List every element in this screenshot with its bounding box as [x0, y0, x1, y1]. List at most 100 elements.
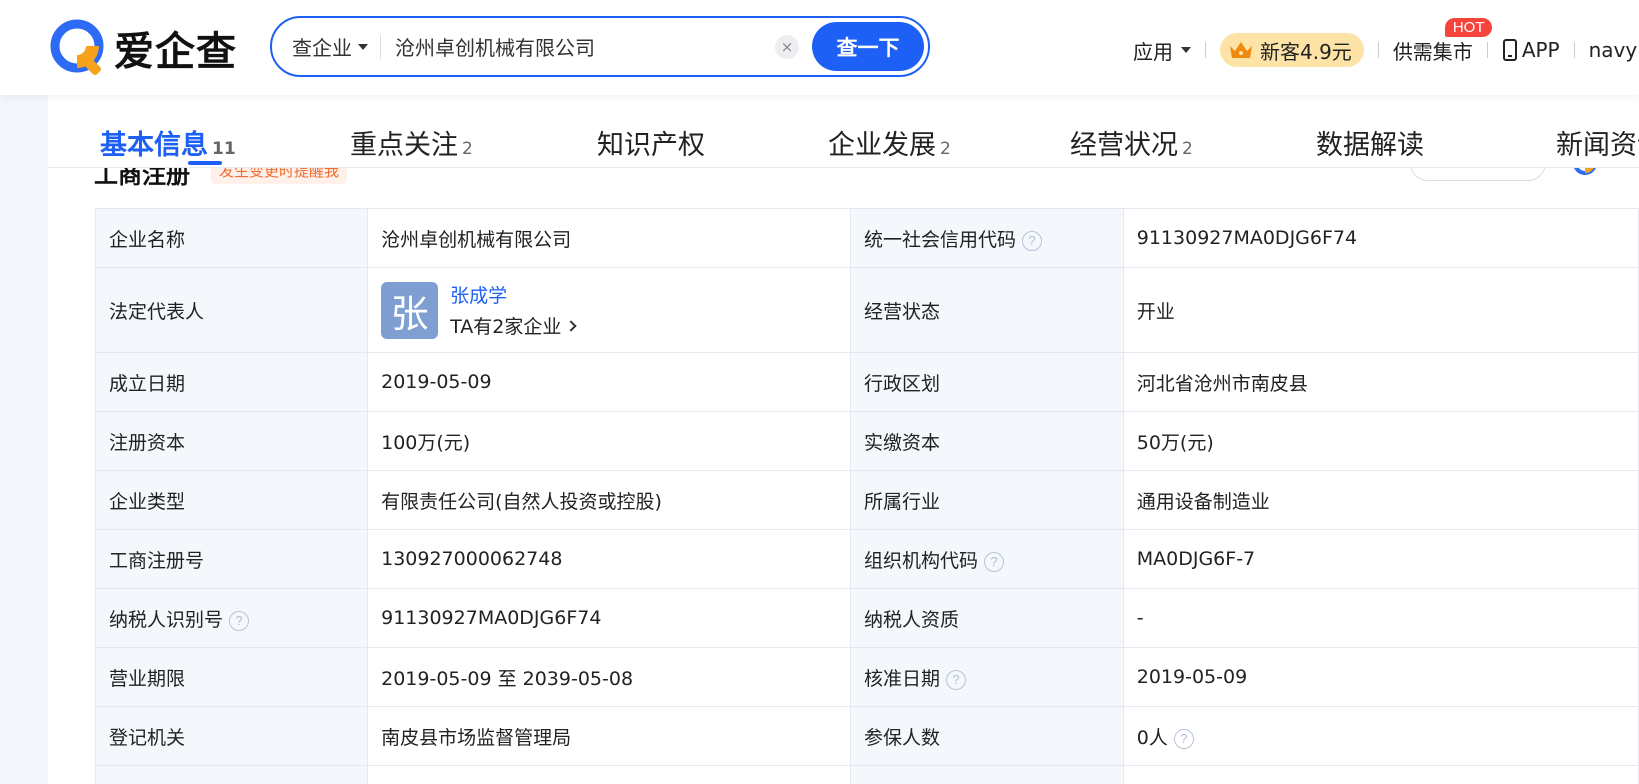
taxpayer-id-key: 纳税人识别号	[109, 608, 224, 631]
legal-rep-name-link[interactable]: 张成学	[450, 281, 575, 308]
tab-development[interactable]: 企业发展 2	[828, 123, 951, 162]
help-icon[interactable]: ?	[983, 551, 1004, 572]
table-value-cell: -	[1122, 588, 1639, 648]
table-value-cell	[1122, 765, 1639, 784]
table-key-cell	[94, 765, 369, 784]
search-input[interactable]	[395, 26, 775, 67]
table-value-cell: 91130927MA0DJG6F74	[367, 588, 851, 648]
tab-label: 新闻资讯	[1556, 130, 1639, 161]
logo-text: 爱企查	[114, 29, 237, 75]
table-value-cell: 50万(元)	[1122, 411, 1639, 471]
table-key-cell: 工商注册号	[94, 529, 369, 589]
help-icon[interactable]: ?	[1021, 230, 1042, 251]
table-key-cell: 企业类型	[94, 470, 369, 530]
credit-code-key: 统一社会信用代码	[863, 228, 1016, 251]
top-nav: 应用 新客4.9元 供需集市 HOT APP navy	[1133, 17, 1638, 70]
table-row: 企业类型 有限责任公司(自然人投资或控股) 所属行业 通用设备制造业	[94, 470, 1639, 530]
tab-basic-info[interactable]: 基本信息 11	[100, 123, 236, 162]
table-row: 登记机关 南皮县市场监督管理局 参保人数 0人?	[94, 706, 1639, 766]
help-icon[interactable]: ?	[229, 610, 250, 631]
brand-logo[interactable]: 爱企查	[48, 17, 237, 79]
table-row: 营业期限 2019-05-09 至 2039-05-08 核准日期? 2019-…	[94, 647, 1639, 707]
table-row: 注册资本 100万(元) 实缴资本 50万(元)	[94, 411, 1639, 471]
user-account-link[interactable]: navy	[1589, 38, 1638, 62]
apps-label: 应用	[1133, 39, 1173, 64]
search-type-dropdown[interactable]: 查企业	[272, 32, 380, 61]
tab-count: 2	[1182, 139, 1193, 159]
legal-representative: 张 张成学 TA有2家企业	[381, 281, 837, 339]
new-user-promo[interactable]: 新客4.9元	[1220, 33, 1364, 67]
org-code-key: 组织机构代码	[863, 549, 978, 572]
crown-icon	[1230, 42, 1252, 58]
table-key-cell: 核准日期?	[849, 647, 1124, 707]
aiqicha-logo-icon	[50, 19, 104, 75]
table-key-cell	[849, 765, 1124, 784]
tab-label: 经营状况	[1070, 130, 1178, 161]
supply-market-link[interactable]: 供需集市 HOT	[1392, 17, 1493, 65]
table-key-cell: 注册资本	[94, 411, 369, 471]
clear-icon[interactable]: ×	[775, 34, 799, 59]
nav-divider	[1205, 42, 1206, 58]
hot-badge: HOT	[1444, 17, 1493, 37]
table-key-cell: 法定代表人	[94, 267, 369, 353]
rep-companies-link[interactable]: TA有2家企业	[450, 312, 577, 339]
table-value-cell: 通用设备制造业	[1122, 470, 1639, 530]
table-key-cell: 经营状态	[849, 267, 1124, 353]
supply-label: 供需集市	[1392, 39, 1473, 64]
search-divider	[380, 34, 381, 59]
search-bar: 查企业 × 查一下	[270, 16, 930, 77]
tab-data-insights[interactable]: 数据解读	[1316, 123, 1424, 162]
table-key-cell: 行政区划	[849, 352, 1124, 412]
tab-label: 企业发展	[828, 130, 936, 161]
business-registration-table: 企业名称 沧州卓创机械有限公司 统一社会信用代码? 91130927MA0DJG…	[94, 208, 1639, 784]
phone-icon	[1502, 39, 1517, 61]
table-value-cell: 0人?	[1122, 706, 1639, 766]
table-key-cell: 纳税人识别号?	[94, 588, 369, 648]
insured-value: 0人	[1136, 726, 1168, 749]
tab-label: 重点关注	[350, 130, 458, 161]
rep-companies-label: TA有2家企业	[450, 316, 562, 338]
tab-ip[interactable]: 知识产权	[597, 123, 705, 162]
nav-divider	[1486, 42, 1488, 58]
table-row: 纳税人识别号? 91130927MA0DJG6F74 纳税人资质 -	[94, 588, 1639, 648]
table-key-cell: 实缴资本	[849, 411, 1124, 471]
help-icon[interactable]: ?	[1173, 728, 1194, 749]
avatar[interactable]: 张	[381, 281, 439, 339]
table-key-cell: 纳税人资质	[849, 588, 1124, 648]
table-key-cell: 营业期限	[94, 647, 369, 707]
search-button[interactable]: 查一下	[812, 22, 924, 71]
user-label: navy	[1588, 38, 1638, 62]
tab-count: 11	[212, 139, 236, 159]
table-value-cell: 有限责任公司(自然人投资或控股)	[367, 470, 851, 530]
table-value-cell: 沧州卓创机械有限公司	[367, 208, 851, 268]
apps-menu[interactable]: 应用	[1133, 36, 1191, 65]
tab-label: 知识产权	[597, 130, 705, 161]
tab-label: 基本信息	[100, 130, 208, 161]
main-content: 工商注册 发生变更时提醒我 企业名称 沧州卓创机械有限公司 统一社会信用代码? …	[48, 95, 1639, 784]
table-row: 法定代表人 张 张成学 TA有2家企业 经营状态 开业	[94, 267, 1639, 353]
table-value-cell: 91130927MA0DJG6F74	[1122, 208, 1639, 268]
table-key-cell: 统一社会信用代码?	[849, 208, 1124, 268]
table-value-cell: 南皮县市场监督管理局	[367, 706, 851, 766]
tab-operations[interactable]: 经营状况 2	[1070, 123, 1193, 162]
promo-label: 新客4.9元	[1260, 39, 1352, 64]
help-icon[interactable]: ?	[945, 669, 966, 690]
table-key-cell: 参保人数	[849, 706, 1124, 766]
table-row: 企业名称 沧州卓创机械有限公司 统一社会信用代码? 91130927MA0DJG…	[94, 208, 1639, 268]
rep-info: 张成学 TA有2家企业	[450, 281, 577, 339]
tab-key-focus[interactable]: 重点关注 2	[350, 123, 473, 162]
table-value-cell: MA0DJG6F-7	[1122, 529, 1639, 589]
table-value-cell: 2019-05-09	[1122, 647, 1639, 707]
app-download-link[interactable]: APP	[1502, 38, 1560, 62]
chevron-down-icon	[358, 43, 368, 50]
table-value-cell: 张 张成学 TA有2家企业	[367, 267, 851, 353]
table-row	[94, 765, 1639, 784]
tab-news[interactable]: 新闻资讯	[1556, 123, 1639, 162]
table-value-cell	[367, 765, 851, 784]
nav-divider	[1573, 42, 1575, 58]
nav-divider	[1377, 42, 1379, 58]
tab-count: 2	[940, 139, 951, 159]
search-type-label: 查企业	[292, 36, 352, 60]
table-value-cell: 130927000062748	[367, 529, 851, 589]
chevron-right-icon	[565, 319, 577, 332]
